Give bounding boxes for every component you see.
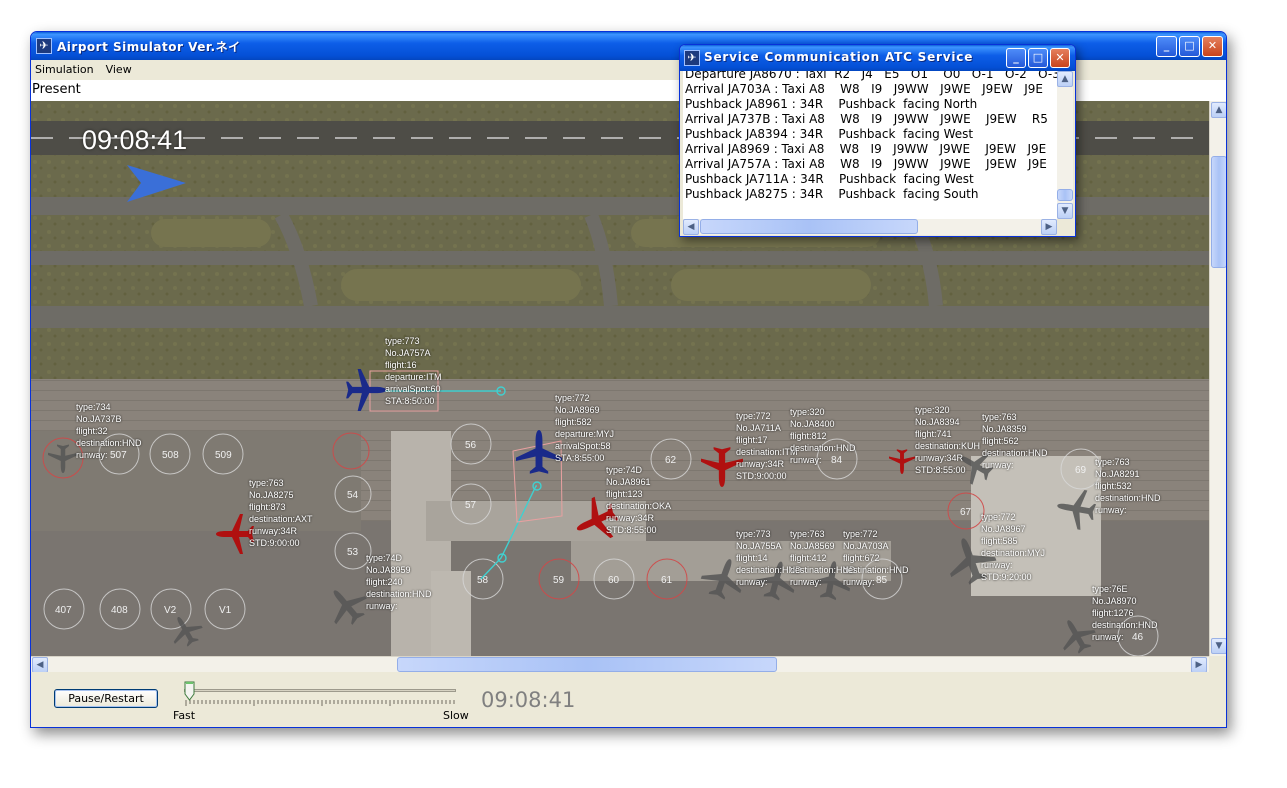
vertical-scroll-thumb[interactable] [1211, 156, 1226, 268]
aircraft-icon [346, 369, 386, 411]
spot-label: 61 [661, 575, 673, 586]
speed-slider-thumb[interactable] [184, 681, 195, 701]
atc-maximize-button[interactable]: □ [1028, 48, 1048, 68]
atc-message: Pushback JA8275 : 34R Pushback facing So… [685, 187, 979, 201]
atc-message: Arrival JA737B : Taxi A8 W8 I9 J9WW J9WE… [685, 112, 1048, 126]
speed-fast-label: Fast [173, 709, 196, 722]
map-horizontal-scrollbar[interactable]: ◀ ▶ [31, 656, 1209, 673]
scroll-left-icon[interactable]: ◀ [32, 657, 48, 673]
atc-horizontal-scrollbar[interactable]: ◀ ▶ [683, 219, 1057, 235]
spot-label: 54 [347, 490, 359, 501]
scroll-right-icon[interactable]: ▶ [1041, 219, 1057, 235]
menu-view[interactable]: View [106, 63, 132, 76]
spot-label: 407 [55, 605, 72, 616]
scroll-right-icon[interactable]: ▶ [1191, 657, 1207, 673]
aircraft-info: type:772 No.JA711A flight:17 destination:IT… [736, 411, 798, 481]
scroll-down-icon[interactable]: ▼ [1057, 203, 1073, 219]
aircraft-icon [1053, 485, 1099, 532]
aircraft-info: type:734 No.JA737B flight:32 destination:HN… [76, 402, 142, 460]
map-clock: 09:08:41 [82, 125, 188, 155]
speed-slider-track[interactable] [184, 689, 456, 692]
atc-message: Departure JA8670 : Taxi R2 J4 E5 O1 O0 O… [685, 71, 1057, 81]
minimize-button[interactable]: _ [1156, 36, 1177, 57]
direction-arrow-icon [127, 165, 186, 202]
spot-label: 57 [465, 500, 477, 511]
atc-message: Arrival JA8969 : Taxi A8 W8 I9 J9WW J9WE… [685, 142, 1047, 156]
atc-horizontal-scroll-thumb[interactable] [700, 219, 918, 234]
aircraft-info: type:772 No.JA703A flight:672 destination:H… [843, 529, 909, 587]
maximize-button[interactable]: □ [1179, 36, 1200, 57]
spot-label: 56 [465, 440, 477, 451]
spot-label: 60 [608, 575, 620, 586]
aircraft-info: type:763 No.JA8359 flight:562 destination:H… [982, 412, 1048, 470]
scroll-left-icon[interactable]: ◀ [683, 219, 699, 235]
aircraft-info: type:74D No.JA8961 flight:123 destination:O… [606, 465, 672, 535]
atc-vertical-scrollbar[interactable]: ▲ ▼ [1057, 71, 1073, 219]
aircraft-info: type:763 No.JA8291 flight:532 destination:H… [1095, 457, 1161, 515]
spot-label: V1 [219, 605, 232, 616]
aircraft-info: type:320 No.JA8400 flight:812 destination:H… [790, 407, 856, 465]
spot-label: 67 [960, 507, 972, 518]
atc-vertical-scroll-thumb[interactable] [1057, 189, 1073, 201]
atc-message: Arrival JA703A : Taxi A8 W8 I9 J9WW J9WE… [685, 82, 1043, 96]
atc-message: Pushback JA8961 : 34R Pushback facing No… [685, 97, 978, 111]
scroll-up-icon[interactable]: ▲ [1057, 71, 1073, 87]
atc-message: Arrival JA757A : Taxi A8 W8 I9 J9WW J9WE… [685, 157, 1047, 171]
scroll-up-icon[interactable]: ▲ [1211, 102, 1226, 118]
close-button[interactable]: ✕ [1202, 36, 1223, 57]
airplane-icon: ✈ [684, 50, 700, 66]
spot-label: 408 [111, 605, 128, 616]
menu-simulation[interactable]: Simulation [35, 63, 94, 76]
horizontal-scroll-thumb[interactable] [397, 657, 777, 672]
aircraft-info: type:76E No.JA8970 flight:1276 destination:… [1092, 584, 1158, 642]
atc-message-log[interactable]: Departure JA8670 : Taxi R2 J4 E5 O1 O0 O… [683, 71, 1057, 219]
speed-slow-label: Slow [443, 709, 469, 722]
spot-label: 509 [215, 450, 232, 461]
window-title: Airport Simulator Ver.ネイ [57, 40, 241, 54]
aircraft-info: type:772 No.JA8967 flight:585 destination:M… [981, 512, 1046, 582]
simulation-clock: 09:08:41 [481, 688, 576, 712]
scroll-corner [1209, 656, 1226, 672]
atc-service-window: ✈ Service Communication ATC Service _ □ … [679, 44, 1076, 237]
aircraft-info: type:763 No.JA8275 flight:873 destination:A… [249, 478, 313, 548]
spot-label: 59 [553, 575, 565, 586]
spot-label: 69 [1075, 465, 1087, 476]
spot-label: 53 [347, 547, 359, 558]
map-vertical-scrollbar[interactable]: ▲ ▼ [1209, 101, 1226, 656]
speed-slider-ticks [185, 700, 455, 706]
aircraft-info: type:773 No.JA757A flight:16 departure:ITM a… [385, 336, 442, 406]
airplane-icon: ✈ [36, 38, 52, 54]
scroll-down-icon[interactable]: ▼ [1211, 638, 1226, 654]
atc-title-bar[interactable]: ✈ Service Communication ATC Service _ □ … [680, 45, 1075, 71]
pause-restart-button[interactable]: Pause/Restart [54, 689, 158, 708]
aircraft-icon [48, 444, 78, 473]
atc-minimize-button[interactable]: _ [1006, 48, 1026, 68]
aircraft-info: type:74D No.JA8959 flight:240 destination:H… [366, 553, 432, 611]
spot-label: 508 [162, 450, 179, 461]
atc-message: Pushback JA8394 : 34R Pushback facing We… [685, 127, 974, 141]
atc-window-title: Service Communication ATC Service [704, 50, 974, 64]
atc-message: Pushback JA711A : 34R Pushback facing We… [685, 172, 974, 186]
spot-label: V2 [164, 605, 177, 616]
aircraft-icon [889, 449, 915, 474]
aircraft-info: type:320 No.JA8394 flight:741 destination:K… [915, 405, 981, 475]
atc-close-button[interactable]: ✕ [1050, 48, 1070, 68]
simulation-controls: Pause/Restart Fast Slow 09:08:41 [31, 672, 1226, 727]
